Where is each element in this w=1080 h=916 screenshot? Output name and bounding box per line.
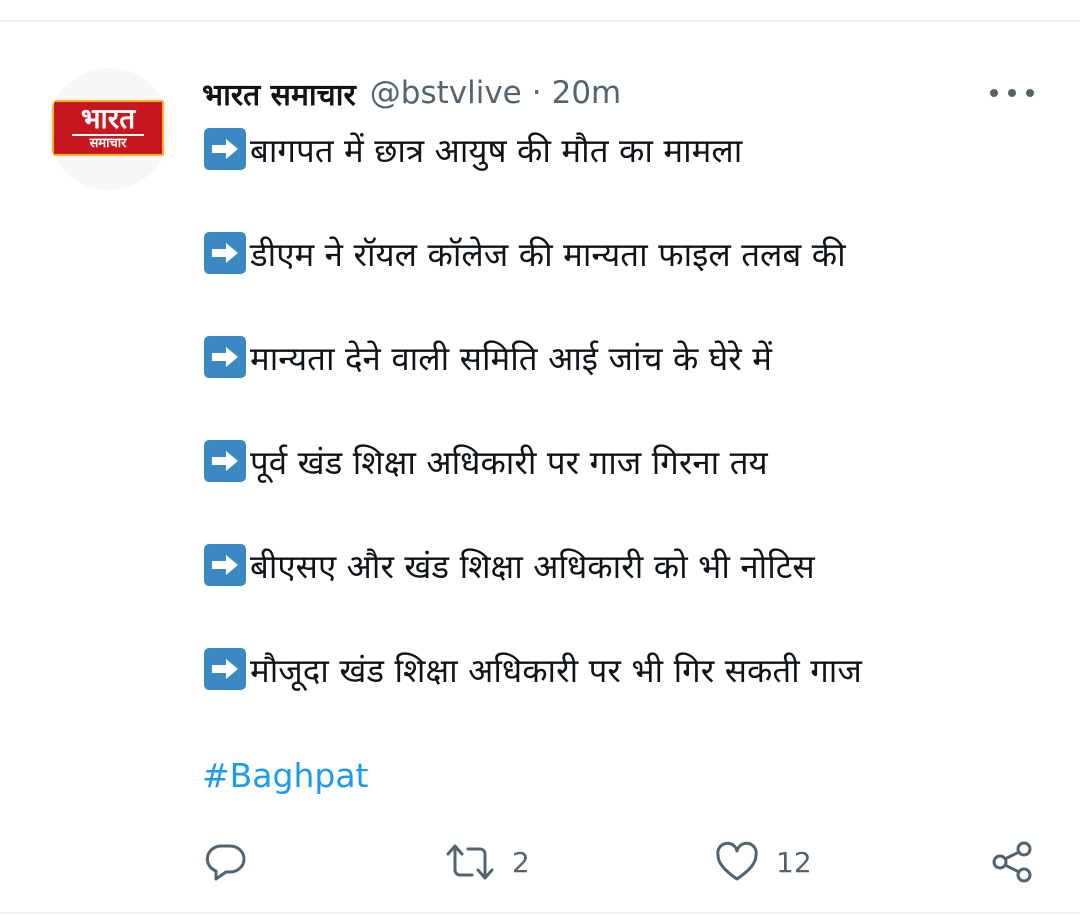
separator-dot: · [531,75,542,111]
tweet-line: पूर्व खंड शिक्षा अधिकारी पर गाज गिरना तय [204,438,1054,484]
logo-main-text: भारत [80,102,136,135]
tweet-actions: 2 12 [0,836,1080,888]
tweet-line-text: बीएसए और खंड शिक्षा अधिकारी को भी नोटिस [250,546,815,586]
tweet-line: डीएम ने रॉयल कॉलेज की मान्यता फाइल तलब क… [204,230,1054,276]
bottom-divider [0,912,1080,914]
tweet-line-text: डीएम ने रॉयल कॉलेज की मान्यता फाइल तलब क… [250,234,846,274]
tweet-line: मान्यता देने वाली समिति आई जांच के घेरे … [204,334,1054,380]
tweet-line: मौजूदा खंड शिक्षा अधिकारी पर भी गिर सकती… [204,646,1054,692]
right-arrow-emoji-icon [204,440,246,482]
tweet-header: भारत समाचार @bstvlive · 20m [202,70,621,116]
retweet-icon [446,844,494,880]
right-arrow-emoji-icon [204,128,246,170]
hashtag-link[interactable]: #Baghpat [202,756,368,795]
reply-icon [205,844,246,881]
share-icon [992,841,1032,883]
retweet-button[interactable]: 2 [444,836,530,888]
user-handle[interactable]: @bstvlive [370,75,522,111]
display-name[interactable]: भारत समाचार [202,73,356,114]
more-options-button[interactable] [990,84,1034,102]
top-divider [0,20,1080,22]
like-count: 12 [776,845,812,879]
reply-button[interactable] [204,836,248,888]
right-arrow-emoji-icon [204,648,246,690]
heart-icon [716,841,758,881]
right-arrow-emoji-icon [204,544,246,586]
tweet-line: बीएसए और खंड शिक्षा अधिकारी को भी नोटिस [204,542,1054,588]
tweet-line-text: पूर्व खंड शिक्षा अधिकारी पर गाज गिरना तय [250,442,768,482]
tweet-line: बागपत में छात्र आयुष की मौत का मामला [204,126,1054,172]
tweet-text: बागपत में छात्र आयुष की मौत का मामला डीए… [204,126,1054,750]
retweet-count: 2 [512,845,530,879]
timestamp[interactable]: 20m [552,75,622,111]
avatar[interactable]: भारत समाचार [48,68,170,190]
tweet-line-text: मान्यता देने वाली समिति आई जांच के घेरे … [250,338,773,378]
tweet-line-text: बागपत में छात्र आयुष की मौत का मामला [250,130,743,170]
right-arrow-emoji-icon [204,336,246,378]
brand-logo: भारत समाचार [52,100,164,156]
logo-sub-text: समाचार [72,134,144,152]
right-arrow-emoji-icon [204,232,246,274]
share-button[interactable] [990,836,1036,888]
like-button[interactable]: 12 [714,836,812,888]
tweet-line-text: मौजूदा खंड शिक्षा अधिकारी पर भी गिर सकती… [250,650,862,690]
more-horizontal-icon [990,89,998,97]
